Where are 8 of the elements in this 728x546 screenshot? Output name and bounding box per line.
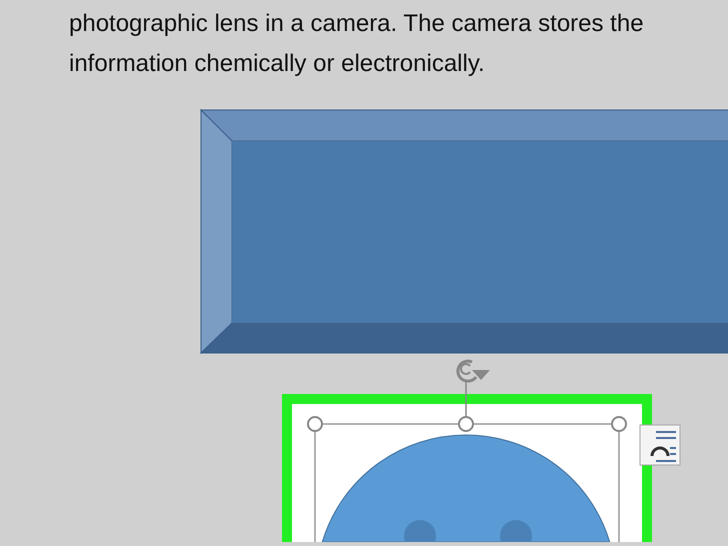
body-text-line: information chemically or electronically.	[69, 49, 485, 79]
resize-handle[interactable]	[307, 416, 323, 432]
resize-handle[interactable]	[458, 416, 474, 432]
body-text-line: photographic lens in a camera. The camera stores the	[69, 9, 644, 39]
rotate-handle-icon[interactable]	[456, 360, 490, 417]
layout-options-icon[interactable]	[640, 424, 680, 466]
resize-handle[interactable]	[611, 416, 627, 432]
beveled-rectangle-shape[interactable]	[200, 108, 728, 354]
